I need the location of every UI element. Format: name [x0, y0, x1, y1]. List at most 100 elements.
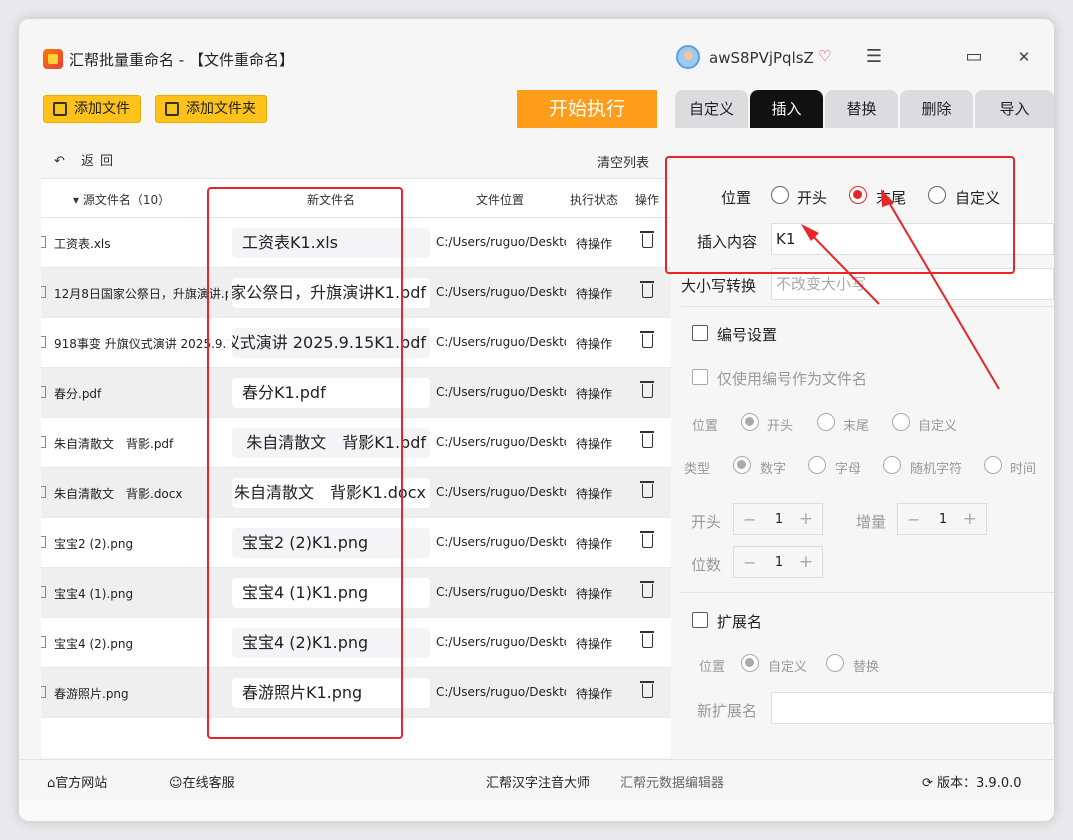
step-stepper[interactable]: − 1 + [897, 503, 987, 535]
type-radio-letter[interactable] [808, 456, 826, 474]
status-text: 待操作 [576, 387, 613, 401]
source-name: 春游照片.png [54, 687, 129, 701]
status-text: 待操作 [576, 487, 613, 501]
trash-icon[interactable] [640, 381, 654, 398]
source-name: 宝宝4 (1).png [54, 587, 134, 601]
arrowhead-end [881, 189, 894, 207]
plus-icon[interactable]: + [963, 509, 977, 529]
num-radio-start[interactable] [741, 413, 759, 431]
trash-icon[interactable] [640, 281, 654, 298]
extension-checkbox[interactable] [692, 612, 708, 628]
status-text: 待操作 [576, 537, 613, 551]
header-location: 文件位置 [476, 193, 525, 207]
file-icon [41, 236, 46, 248]
arrow-to-end [883, 193, 1000, 390]
file-icon [41, 586, 46, 598]
trash-icon[interactable] [640, 631, 654, 648]
tab-import[interactable]: 导入 [975, 90, 1054, 128]
clear-list-button[interactable]: 清空列表 [597, 152, 649, 171]
menu-icon[interactable]: ☰ [859, 45, 889, 69]
type-label: 类型 [684, 462, 711, 477]
file-icon [41, 436, 46, 448]
plus-icon[interactable]: + [799, 552, 813, 572]
num-option-start: 开头 [767, 419, 794, 434]
service-link[interactable]: ☺在线客服 [169, 772, 235, 791]
new-extension-label: 新扩展名 [697, 702, 758, 720]
trash-icon[interactable] [640, 531, 654, 548]
ext-radio-custom[interactable] [741, 654, 759, 672]
trash-icon[interactable] [640, 331, 654, 348]
digits-label: 位数 [691, 556, 722, 574]
type-option-random: 随机字符 [910, 462, 963, 477]
tab-delete[interactable]: 删除 [900, 90, 973, 128]
source-name: 12月8日国家公祭日，升旗演讲.pdf [54, 287, 228, 301]
status-text: 待操作 [576, 587, 613, 601]
type-radio-digit[interactable] [733, 456, 751, 474]
status-text: 待操作 [576, 637, 613, 651]
trash-icon[interactable] [640, 581, 654, 598]
file-location: C:/Users/ruguo/Desktop [436, 685, 566, 699]
num-option-custom: 自定义 [918, 419, 958, 434]
case-label: 大小写转换 [681, 277, 757, 295]
num-radio-end[interactable] [817, 413, 835, 431]
status-text: 待操作 [576, 687, 613, 701]
user-avatar[interactable] [676, 45, 700, 69]
start-stepper[interactable]: − 1 + [733, 503, 823, 535]
source-name: 宝宝2 (2).png [54, 537, 134, 551]
start-button[interactable]: 开始执行 [517, 90, 657, 128]
type-option-digit: 数字 [760, 462, 787, 477]
back-arrow-icon: ↶ [54, 154, 82, 169]
start-label: 开头 [691, 513, 722, 531]
heart-vip-icon[interactable]: ♡ [818, 47, 831, 65]
type-option-time: 时间 [1010, 462, 1037, 477]
add-folder-icon [165, 102, 179, 116]
file-location: C:/Users/ruguo/Desktop [436, 485, 566, 499]
source-name: 春分.pdf [54, 387, 102, 401]
app1-link[interactable]: 汇帮汉字注音大师 [486, 772, 590, 791]
ext-option-custom: 自定义 [768, 660, 808, 675]
only-number-checkbox[interactable] [692, 369, 708, 385]
app2-link[interactable]: 汇帮元数据编辑器 [620, 772, 724, 791]
add-file-label: 添加文件 [74, 101, 130, 117]
trash-icon[interactable] [640, 231, 654, 248]
add-file-button[interactable]: 添加文件 [43, 95, 141, 123]
arrow-to-input [803, 226, 880, 305]
file-location: C:/Users/ruguo/Desktop [436, 285, 566, 299]
back-button[interactable]: ↶ 返回 [54, 150, 119, 169]
trash-icon[interactable] [640, 681, 654, 698]
source-name: 宝宝4 (2).png [54, 637, 134, 651]
tab-custom[interactable]: 自定义 [675, 90, 748, 128]
source-name: 朱自清散文 背影.pdf [54, 437, 174, 451]
type-radio-time[interactable] [984, 456, 1002, 474]
username[interactable]: awS8PVjPqlsZ [709, 49, 814, 67]
tab-replace[interactable]: 替换 [825, 90, 898, 128]
numbering-checkbox[interactable] [692, 325, 708, 341]
refresh-icon[interactable]: ⟳ [922, 776, 937, 791]
ext-radio-replace[interactable] [826, 654, 844, 672]
trash-icon[interactable] [640, 481, 654, 498]
website-label: 官方网站 [55, 776, 108, 791]
header-source[interactable]: ▾ 源文件名（10） [73, 191, 170, 208]
add-folder-button[interactable]: 添加文件夹 [155, 95, 267, 123]
new-extension-input[interactable] [771, 692, 1054, 724]
num-option-end: 末尾 [843, 419, 870, 434]
app-window: 汇帮批量重命名 - 【文件重命名】 awS8PVjPqlsZ ♡ ☰ ▭ ✕ 添… [19, 19, 1054, 821]
trash-icon[interactable] [640, 431, 654, 448]
user-icon: ☺ [169, 776, 183, 791]
website-link[interactable]: ⌂官方网站 [47, 772, 107, 791]
back-label: 返回 [81, 154, 120, 169]
service-label: 在线客服 [182, 776, 235, 791]
close-icon[interactable]: ✕ [1009, 45, 1039, 69]
num-radio-custom[interactable] [892, 413, 910, 431]
tab-insert[interactable]: 插入 [750, 90, 823, 128]
digits-stepper[interactable]: − 1 + [733, 546, 823, 578]
plus-icon[interactable]: + [799, 509, 813, 529]
type-radio-random[interactable] [883, 456, 901, 474]
status-text: 待操作 [576, 237, 613, 251]
status-text: 待操作 [576, 287, 613, 301]
maximize-icon[interactable]: ▭ [959, 45, 989, 69]
type-option-letter: 字母 [835, 462, 862, 477]
file-location: C:/Users/ruguo/Desktop [436, 635, 566, 649]
app-title: 汇帮批量重命名 - 【文件重命名】 [69, 51, 294, 69]
file-icon [41, 336, 46, 348]
